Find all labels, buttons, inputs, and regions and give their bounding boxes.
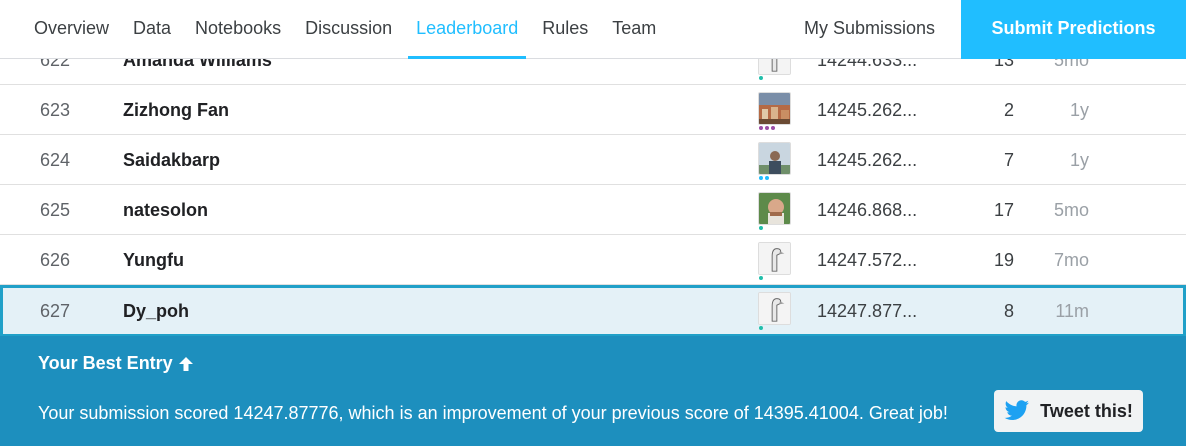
score-cell: 14246.868... <box>817 200 918 220</box>
entries-cell: 19 <box>993 250 1014 270</box>
tab-notebooks[interactable]: Notebooks <box>183 0 293 59</box>
my-submissions-link[interactable]: My Submissions <box>804 0 935 59</box>
score-cell: 14245.262... <box>817 150 918 170</box>
twitter-icon <box>1004 400 1030 420</box>
team-name-link[interactable]: Dy_poh <box>123 288 189 334</box>
last-submission-cell: 1y <box>1069 100 1089 120</box>
leaderboard-table: 622 Amanda Williams 14244.633... 13 5mo … <box>0 35 1186 337</box>
entries-cell: 2 <box>1003 100 1014 120</box>
team-name-link[interactable]: Yungfu <box>123 235 184 285</box>
table-row: 623 Zizhong Fan 14245.262... 2 1y <box>0 85 1186 135</box>
competition-nav: Overview Data Notebooks Discussion Leade… <box>0 0 1186 59</box>
rank-cell: 624 <box>40 150 71 170</box>
table-row: 624 Saidakbarp 14245.262... 7 1y <box>0 135 1186 185</box>
team-name-link[interactable]: natesolon <box>123 185 208 235</box>
tweet-label: Tweet this! <box>1040 400 1133 421</box>
last-submission-cell: 5mo <box>1053 200 1089 220</box>
medal-dots <box>759 176 769 180</box>
best-entry-message: Your submission scored 14247.87776, whic… <box>38 403 948 423</box>
table-row: 626 Yungfu 14247.572... 19 7mo <box>0 235 1186 285</box>
team-name-link[interactable]: Saidakbarp <box>123 135 220 185</box>
medal-dots <box>759 226 763 230</box>
rank-cell: 627 <box>40 301 71 321</box>
score-cell: 14245.262... <box>817 100 918 120</box>
tab-data[interactable]: Data <box>121 0 183 59</box>
rank-cell: 623 <box>40 100 71 120</box>
rank-cell: 625 <box>40 200 71 220</box>
rank-cell: 626 <box>40 250 71 270</box>
user-avatar[interactable] <box>758 142 791 175</box>
tab-team[interactable]: Team <box>600 0 668 59</box>
last-submission-cell: 11m <box>1055 301 1089 321</box>
best-entry-heading: Your Best Entry <box>38 353 195 374</box>
team-name-link[interactable]: Zizhong Fan <box>123 85 229 135</box>
tab-discussion[interactable]: Discussion <box>293 0 404 59</box>
medal-dots <box>759 276 763 280</box>
entries-cell: 8 <box>1003 301 1014 321</box>
table-row: 625 natesolon 14246.868... 17 5mo <box>0 185 1186 235</box>
current-user-row: 627 Dy_poh 14247.877... 8 11m <box>0 285 1186 337</box>
arrow-up-icon <box>178 356 193 371</box>
score-cell: 14247.572... <box>817 250 918 270</box>
best-entry-title: Your Best Entry <box>38 353 173 373</box>
score-cell: 14247.877... <box>817 301 918 321</box>
last-submission-cell: 1y <box>1069 150 1089 170</box>
medal-dots <box>759 76 763 80</box>
tweet-button[interactable]: Tweet this! <box>994 390 1143 432</box>
best-entry-panel: Your Best Entry Your submission scored 1… <box>0 336 1186 446</box>
medal-dots <box>759 326 763 330</box>
last-submission-cell: 7mo <box>1053 250 1089 270</box>
tab-rules[interactable]: Rules <box>530 0 600 59</box>
user-avatar[interactable] <box>758 92 791 125</box>
nav-tabs: Overview Data Notebooks Discussion Leade… <box>22 0 668 59</box>
entries-cell: 7 <box>1003 150 1014 170</box>
goose-icon[interactable] <box>758 292 791 325</box>
tab-leaderboard[interactable]: Leaderboard <box>404 0 530 59</box>
user-avatar[interactable] <box>758 192 791 225</box>
medal-dots <box>759 126 775 130</box>
submit-predictions-button[interactable]: Submit Predictions <box>961 0 1186 59</box>
entries-cell: 17 <box>993 200 1014 220</box>
tab-overview[interactable]: Overview <box>22 0 121 59</box>
goose-icon[interactable] <box>758 242 791 275</box>
